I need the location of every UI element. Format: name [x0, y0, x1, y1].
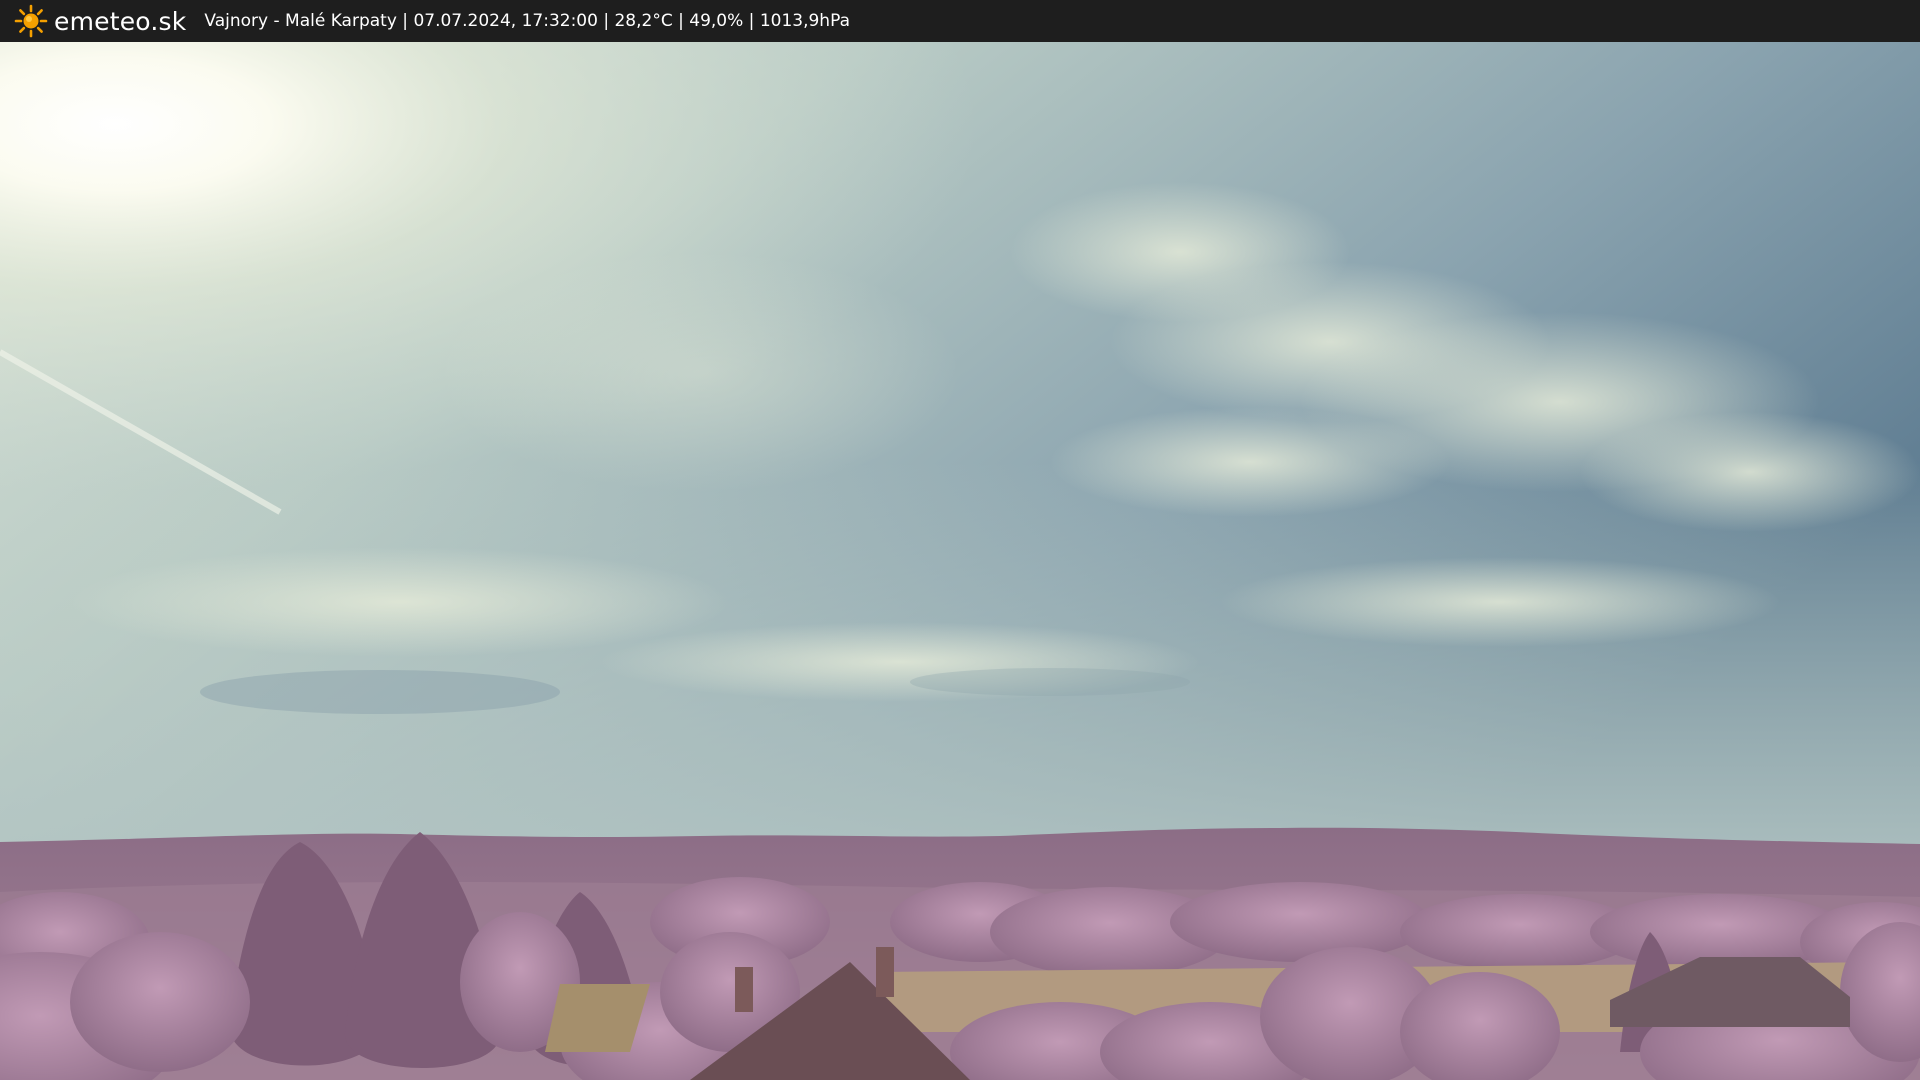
- pressure-label: 1013,9hPa: [759, 11, 850, 31]
- separator: |: [597, 11, 615, 31]
- temperature-label: 28,2°C: [614, 11, 673, 31]
- webcam-image: [0, 42, 1920, 1080]
- separator: |: [672, 11, 690, 31]
- brand-name: emeteo.sk: [54, 6, 187, 36]
- separator: |: [396, 11, 414, 31]
- sun-icon: [14, 4, 48, 38]
- webcam-caption: Vajnory - Malé Karpaty | 07.07.2024, 17:…: [204, 11, 850, 31]
- humidity-label: 49,0%: [689, 11, 744, 31]
- brand-logo[interactable]: emeteo.sk: [14, 4, 186, 38]
- separator: |: [743, 11, 760, 31]
- top-bar: emeteo.sk Vajnory - Malé Karpaty | 07.07…: [0, 0, 1920, 42]
- webcam-scene: [0, 42, 1920, 1080]
- datetime-label: 07.07.2024, 17:32:00: [413, 11, 598, 31]
- location-label: Vajnory - Malé Karpaty: [204, 11, 397, 31]
